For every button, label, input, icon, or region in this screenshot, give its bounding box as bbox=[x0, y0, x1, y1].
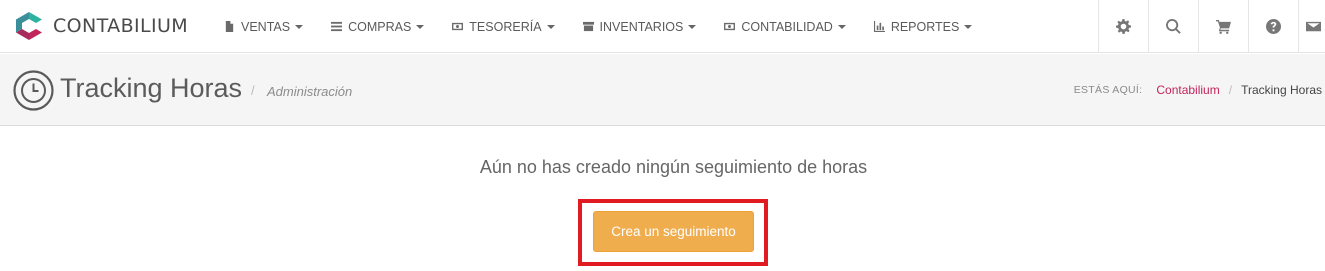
menu-label: VENTAS bbox=[241, 19, 291, 34]
messages-button[interactable] bbox=[1298, 0, 1325, 53]
settings-button[interactable] bbox=[1098, 0, 1148, 53]
menu-reportes[interactable]: REPORTES bbox=[860, 0, 987, 53]
title-separator: / bbox=[251, 83, 255, 98]
help-button[interactable] bbox=[1248, 0, 1298, 53]
caret-down-icon bbox=[546, 24, 555, 29]
top-navbar: CONTABILIUM VENTAS COMPRAS TESORERÍA INV… bbox=[0, 0, 1325, 53]
menu-label: REPORTES bbox=[890, 19, 960, 34]
page-title: Tracking Horas bbox=[60, 73, 243, 103]
breadcrumb-link-home[interactable]: Contabilium bbox=[1156, 83, 1219, 97]
list-icon bbox=[331, 21, 343, 32]
contabilium-logo-icon bbox=[14, 11, 44, 41]
logo-text: CONTABILIUM bbox=[53, 15, 189, 37]
menu-label: CONTABILIDAD bbox=[741, 19, 833, 34]
archive-icon bbox=[582, 21, 594, 32]
caret-down-icon bbox=[688, 24, 697, 29]
create-tracking-button[interactable]: Crea un seguimiento bbox=[593, 211, 754, 252]
menu-tesoreria[interactable]: TESORERÍA bbox=[438, 0, 568, 53]
menu-contabilidad[interactable]: CONTABILIDAD bbox=[710, 0, 859, 53]
main-menu: VENTAS COMPRAS TESORERÍA INVENTARIOS CON… bbox=[210, 0, 986, 53]
search-icon bbox=[1166, 19, 1181, 34]
menu-label: TESORERÍA bbox=[469, 19, 542, 34]
page-subtitle: Administración bbox=[267, 84, 353, 99]
money-icon bbox=[724, 22, 736, 31]
breadcrumb-current: Tracking Horas bbox=[1241, 83, 1322, 97]
help-icon bbox=[1266, 19, 1281, 34]
cart-icon bbox=[1216, 19, 1231, 34]
gear-icon bbox=[1116, 19, 1131, 34]
cart-button[interactable] bbox=[1198, 0, 1248, 53]
page-header: Tracking Horas / Administración ESTÁS AQ… bbox=[0, 54, 1325, 126]
menu-label: COMPRAS bbox=[348, 19, 412, 34]
search-button[interactable] bbox=[1148, 0, 1198, 53]
breadcrumb-label: ESTÁS AQUÍ: bbox=[1073, 84, 1143, 96]
menu-inventarios[interactable]: INVENTARIOS bbox=[569, 0, 711, 53]
money-icon bbox=[452, 22, 464, 31]
toolbar-icons bbox=[1098, 0, 1325, 53]
clock-icon bbox=[13, 70, 54, 111]
bar-chart-icon bbox=[873, 21, 885, 32]
menu-label: INVENTARIOS bbox=[599, 19, 684, 34]
mail-icon bbox=[1306, 21, 1321, 32]
breadcrumb-separator: / bbox=[1228, 83, 1233, 97]
logo[interactable]: CONTABILIUM bbox=[14, 10, 188, 42]
caret-down-icon bbox=[837, 24, 846, 29]
menu-ventas[interactable]: VENTAS bbox=[210, 0, 317, 53]
file-icon bbox=[225, 21, 234, 32]
breadcrumb: ESTÁS AQUÍ: Contabilium / Tracking Horas bbox=[1074, 83, 1322, 97]
caret-down-icon bbox=[295, 24, 304, 29]
caret-down-icon bbox=[416, 24, 425, 29]
empty-state-message: Aún no has creado ningún seguimiento de … bbox=[479, 157, 868, 177]
menu-compras[interactable]: COMPRAS bbox=[317, 0, 438, 53]
caret-down-icon bbox=[964, 24, 973, 29]
